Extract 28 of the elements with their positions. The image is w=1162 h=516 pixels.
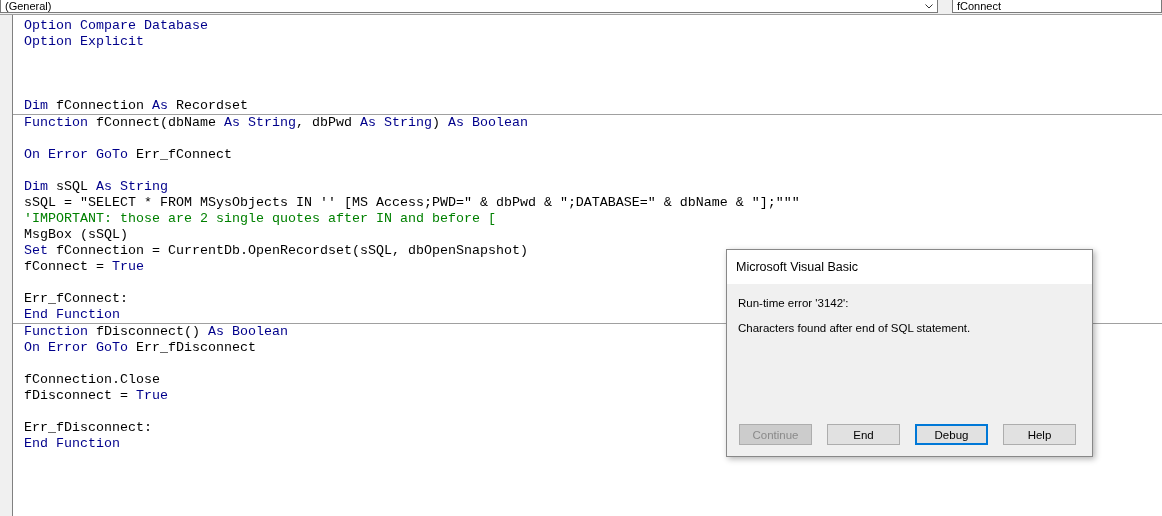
code-line: Set fConnection = CurrentDb.OpenRecordset(sSQL, dbOpenSnapshot) <box>23 243 528 259</box>
code-line: Dim sSQL As String <box>23 179 168 195</box>
code-line: End Function <box>23 436 120 452</box>
chevron-icon <box>925 3 933 9</box>
code-line: Dim fConnection As Recordset <box>23 98 248 114</box>
code-line: Function fConnect(dbName As String, dbPwd As String) As Boolean <box>23 115 528 131</box>
code-line: Err_fConnect: <box>23 291 128 307</box>
error-code: Run-time error '3142': <box>738 297 850 309</box>
code-line: fConnection.Close <box>23 372 160 388</box>
dialog-button[interactable]: Debug <box>915 424 988 445</box>
code-line: Err_fDisconnect: <box>23 420 152 436</box>
code-line: fDisconnect = True <box>23 388 168 404</box>
code-line: On Error GoTo Err_fDisconnect <box>23 340 256 356</box>
code-line: 'IMPORTANT: those are 2 single quotes after IN and before [ <box>23 211 496 227</box>
code-line: On Error GoTo Err_fConnect <box>23 147 232 163</box>
code-line: fConnect = True <box>23 259 144 275</box>
dialog-title: Microsoft Visual Basic <box>727 250 1092 284</box>
dialog-button[interactable]: Help <box>1003 424 1076 445</box>
code-line: Option Explicit <box>23 34 144 50</box>
procedure-dropdown[interactable]: fConnect <box>952 0 1162 13</box>
code-line: MsgBox (sSQL) <box>23 227 128 243</box>
code-line: Option Compare Database <box>23 18 208 34</box>
code-line: End Function <box>23 307 120 323</box>
code-line: sSQL = "SELECT * FROM MSysObjects IN '' [MS Access;PWD=" & dbPwd & ";DATABASE=" & dbName & "];""" <box>23 195 800 211</box>
error-message: Characters found after end of SQL statement. <box>738 322 972 334</box>
dialog-button[interactable]: End <box>827 424 900 445</box>
code-line: Function fDisconnect() As Boolean <box>23 324 288 340</box>
object-dropdown[interactable]: (General) <box>0 0 938 13</box>
